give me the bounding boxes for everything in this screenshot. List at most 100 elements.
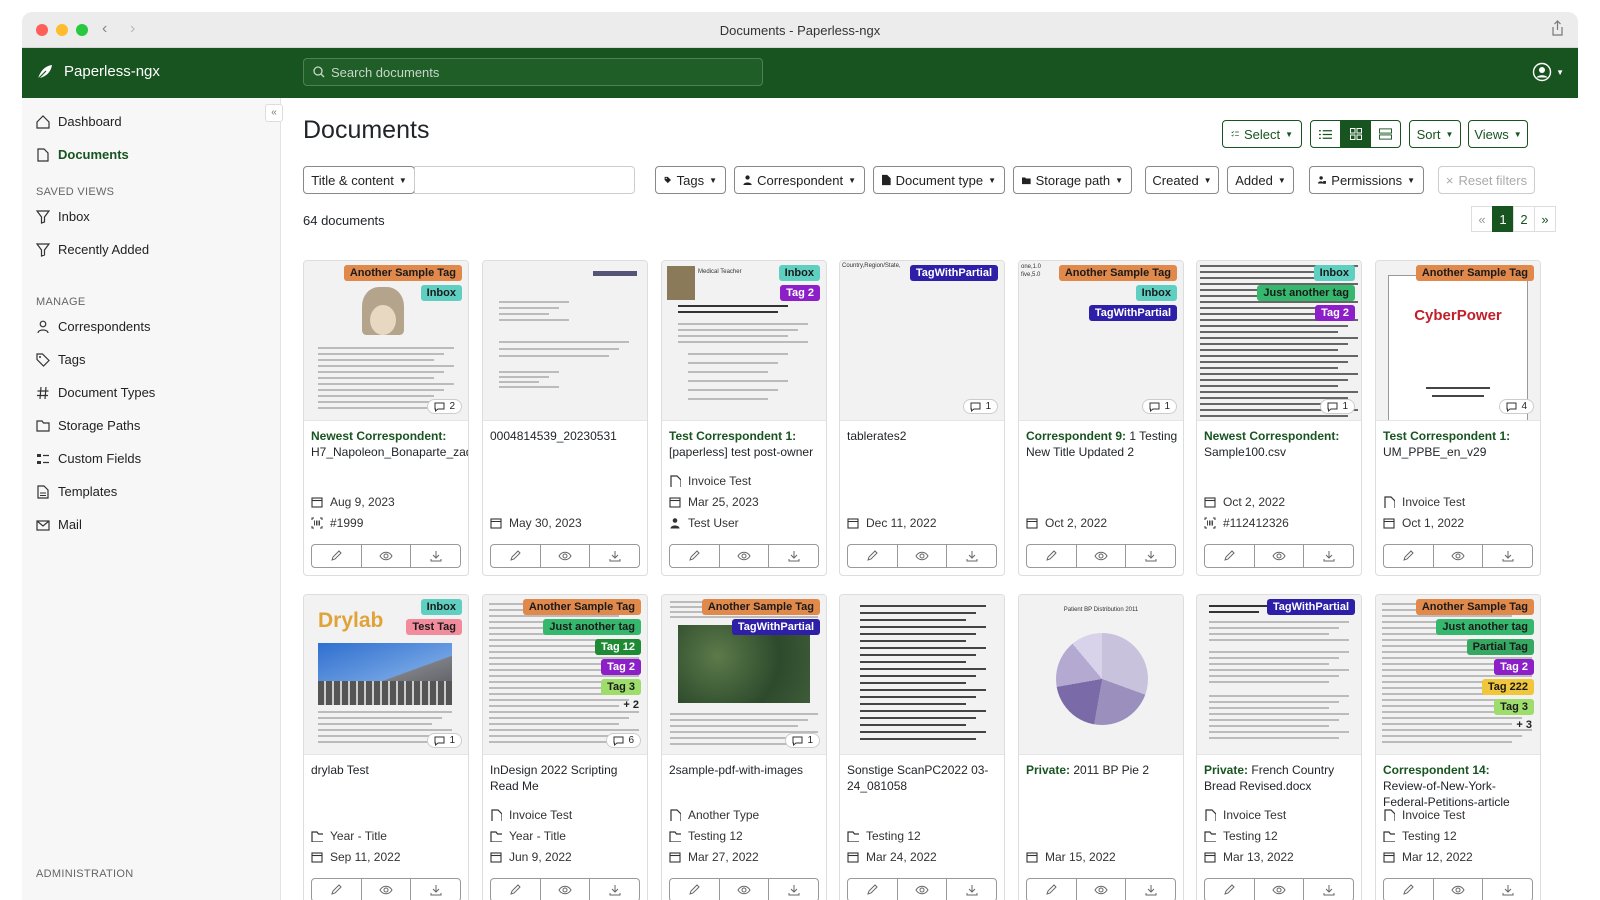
share-icon[interactable] xyxy=(1551,20,1564,36)
document-card[interactable]: one,1.0 five,5.0 Another Sample Tag Inbox T… xyxy=(1018,260,1184,576)
download-button[interactable] xyxy=(769,545,818,567)
edit-button[interactable] xyxy=(1027,545,1077,567)
document-type-filter-button[interactable]: Document type ▼ xyxy=(873,166,1005,194)
document-card[interactable]: Another Sample Tag Just another tag Tag 12… xyxy=(482,594,648,900)
document-card[interactable]: Drylab Inbox Test Tag 1 drylab Test Year - Ti… xyxy=(303,594,469,900)
tag-badge[interactable]: Test Tag xyxy=(406,619,462,635)
document-card[interactable]: Another Sample Tag Just another tag Partia… xyxy=(1375,594,1541,900)
document-thumbnail[interactable]: Another Sample Tag TagWithPartial 1 xyxy=(662,595,826,755)
correspondent-name[interactable]: Private: xyxy=(1204,763,1248,777)
tag-badge[interactable]: Another Sample Tag xyxy=(343,265,462,281)
tag-badge[interactable]: Tag 2 xyxy=(1494,659,1534,675)
download-button[interactable] xyxy=(590,879,639,900)
edit-button[interactable] xyxy=(848,879,898,900)
notes-badge[interactable]: 4 xyxy=(1499,399,1534,414)
user-menu-button[interactable]: ▼ xyxy=(1532,62,1564,82)
edit-button[interactable] xyxy=(1384,545,1434,567)
document-card[interactable]: Another Sample Tag TagWithPartial 1 2sample… xyxy=(661,594,827,900)
preview-button[interactable] xyxy=(898,879,948,900)
view-list-button[interactable] xyxy=(1310,120,1341,148)
sort-button[interactable]: Sort ▼ xyxy=(1409,120,1461,148)
edit-button[interactable] xyxy=(848,545,898,567)
document-card[interactable]: Another Sample Tag Inbox 2 Newest Correspon… xyxy=(303,260,469,576)
document-title[interactable]: InDesign 2022 Scripting Read Me xyxy=(490,762,642,794)
tag-badge[interactable]: TagWithPartial xyxy=(1266,599,1355,615)
download-button[interactable] xyxy=(1304,879,1353,900)
download-button[interactable] xyxy=(1483,545,1532,567)
tag-badge[interactable]: TagWithPartial xyxy=(909,265,998,281)
document-thumbnail[interactable]: Another Sample Tag Just another tag Tag 12… xyxy=(483,595,647,755)
notes-badge[interactable]: 2 xyxy=(427,399,462,414)
notes-badge[interactable]: 1 xyxy=(1142,399,1177,414)
sidebar-item-dashboard[interactable]: Dashboard xyxy=(36,114,122,129)
document-thumbnail[interactable]: Medical Teacher Inbox Tag 2 xyxy=(662,261,826,421)
tag-badge[interactable]: Inbox xyxy=(1313,265,1355,281)
document-card[interactable]: TagWithPartial Private: French Country Br… xyxy=(1196,594,1362,900)
download-button[interactable] xyxy=(947,879,996,900)
document-title[interactable]: Private: French Country Bread Revised.do… xyxy=(1204,762,1356,794)
document-card[interactable]: 0004814539_20230531 May 30, 2023 xyxy=(482,260,648,576)
created-filter-button[interactable]: Created ▼ xyxy=(1145,166,1219,194)
select-button[interactable]: Select ▼ xyxy=(1222,120,1302,148)
pagination-page-2[interactable]: 2 xyxy=(1513,206,1535,232)
notes-badge[interactable]: 1 xyxy=(1320,399,1355,414)
document-title[interactable]: Correspondent 9: 1 Testing New Title Upd… xyxy=(1026,428,1178,460)
preview-button[interactable] xyxy=(541,545,591,567)
download-button[interactable] xyxy=(1483,879,1532,900)
preview-button[interactable] xyxy=(1434,545,1484,567)
download-button[interactable] xyxy=(411,545,460,567)
tag-badge[interactable]: Partial Tag xyxy=(1466,639,1534,655)
text-filter-input[interactable] xyxy=(414,166,635,194)
document-title[interactable]: Test Correspondent 1: UM_PPBE_en_v29 xyxy=(1383,428,1535,460)
tag-badge[interactable]: Another Sample Tag xyxy=(1058,265,1177,281)
preview-button[interactable] xyxy=(1077,879,1127,900)
correspondent-name[interactable]: Correspondent 14: xyxy=(1383,763,1490,777)
document-title[interactable]: drylab Test xyxy=(311,762,463,778)
reset-filters-button[interactable]: × Reset filters xyxy=(1438,166,1535,194)
views-button[interactable]: Views ▼ xyxy=(1468,120,1528,148)
edit-button[interactable] xyxy=(670,879,720,900)
added-filter-button[interactable]: Added ▼ xyxy=(1227,166,1294,194)
correspondent-filter-button[interactable]: Correspondent ▼ xyxy=(734,166,865,194)
edit-button[interactable] xyxy=(312,879,362,900)
document-thumbnail[interactable]: Patient BP Distribution 2011 xyxy=(1019,595,1183,755)
tag-badge[interactable]: Inbox xyxy=(420,285,462,301)
correspondent-name[interactable]: Newest Correspondent: xyxy=(1204,429,1339,443)
tag-badge[interactable]: Tag 2 xyxy=(1315,305,1355,321)
document-title[interactable]: Test Correspondent 1: [paperless] test p… xyxy=(669,428,821,460)
sidebar-item-documents[interactable]: Documents xyxy=(36,147,129,162)
preview-button[interactable] xyxy=(720,879,770,900)
sidebar-item-mail[interactable]: Mail xyxy=(36,517,82,532)
more-tags-badge[interactable]: + 3 xyxy=(1514,719,1534,731)
tag-badge[interactable]: Tag 2 xyxy=(601,659,641,675)
tag-badge[interactable]: Tag 3 xyxy=(1494,699,1534,715)
notes-badge[interactable]: 1 xyxy=(427,733,462,748)
tag-badge[interactable]: Another Sample Tag xyxy=(522,599,641,615)
document-title[interactable]: Newest Correspondent: H7_Napoleon_Bonapa… xyxy=(311,428,468,460)
download-button[interactable] xyxy=(1304,545,1353,567)
sidebar-item-recently-added[interactable]: Recently Added xyxy=(36,242,149,257)
download-button[interactable] xyxy=(590,545,639,567)
document-title[interactable]: tablerates2 xyxy=(847,428,999,444)
document-thumbnail[interactable] xyxy=(483,261,647,421)
preview-button[interactable] xyxy=(1077,545,1127,567)
correspondent-name[interactable]: Test Correspondent 1: xyxy=(1383,429,1510,443)
view-grid-button[interactable] xyxy=(1340,120,1371,148)
edit-button[interactable] xyxy=(1205,545,1255,567)
tag-badge[interactable]: Another Sample Tag xyxy=(701,599,820,615)
document-card[interactable]: Country,Region/State, TagWithPartial 1 tabl… xyxy=(839,260,1005,576)
tag-badge[interactable]: Just another tag xyxy=(1436,619,1534,635)
document-title[interactable]: Private: 2011 BP Pie 2 xyxy=(1026,762,1178,778)
tags-filter-button[interactable]: Tags ▼ xyxy=(655,166,726,194)
document-card[interactable]: Sonstige ScanPC2022 03-24_081058 Testing … xyxy=(839,594,1005,900)
notes-badge[interactable]: 1 xyxy=(785,733,820,748)
preview-button[interactable] xyxy=(362,545,412,567)
edit-button[interactable] xyxy=(670,545,720,567)
document-title[interactable]: Correspondent 14: Review-of-New-York-Fed… xyxy=(1383,762,1535,810)
sidebar-item-inbox[interactable]: Inbox xyxy=(36,209,90,224)
sidebar-item-storage-paths[interactable]: Storage Paths xyxy=(36,418,140,433)
document-thumbnail[interactable]: Another Sample Tag Just another tag Partia… xyxy=(1376,595,1540,755)
tag-badge[interactable]: Inbox xyxy=(420,599,462,615)
permissions-filter-button[interactable]: Permissions ▼ xyxy=(1309,166,1424,194)
tag-badge[interactable]: Tag 3 xyxy=(601,679,641,695)
